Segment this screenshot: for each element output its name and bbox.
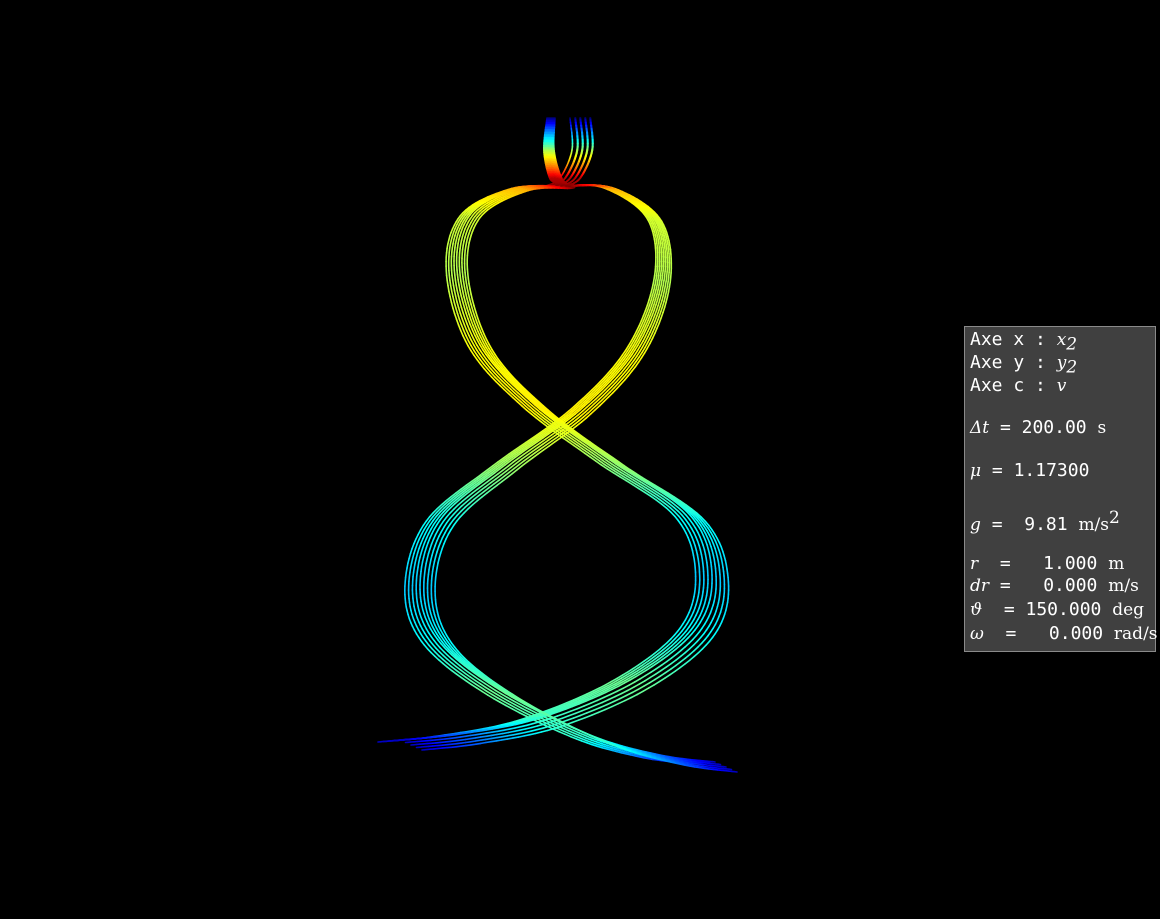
- trajectory-right-6: [426, 184, 727, 768]
- theta-readout: ϑ = 150.000 deg: [970, 599, 1145, 620]
- mu-readout: μ = 1.17300: [970, 460, 1090, 481]
- dr-readout: dr = 0.000 m/s: [970, 575, 1139, 596]
- trajectory-top-8: [565, 117, 594, 187]
- parameter-info-panel: Axe x : x2 Axe y : y2 Axe c : v Δt = 200…: [964, 326, 1158, 652]
- trajectory-top-5: [560, 117, 589, 187]
- trajectory-top-6: [560, 117, 589, 187]
- omega-readout: ω = 0.000 rad/s: [970, 623, 1158, 644]
- dt-readout: Δt = 200.00 s: [970, 417, 1107, 438]
- g-readout: g = 9.81 m/s2: [970, 508, 1120, 535]
- axis-c-label: Axe c : v: [970, 375, 1067, 396]
- r-readout: r = 1.000 m: [970, 553, 1125, 574]
